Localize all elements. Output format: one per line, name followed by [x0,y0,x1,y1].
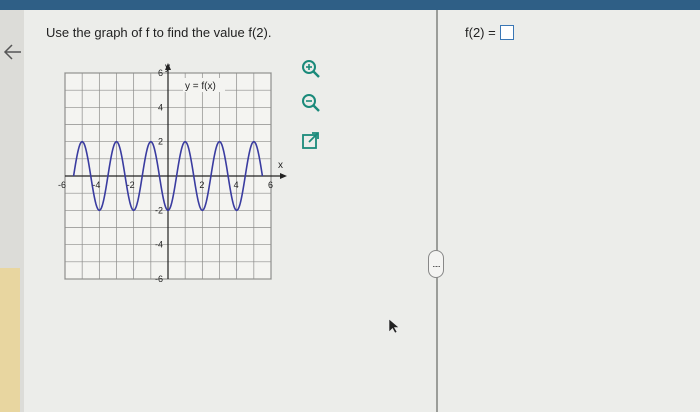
y-tick-label: 6 [158,68,163,78]
y-tick-label: 2 [158,137,163,147]
zoom-out-icon[interactable] [300,92,322,114]
answer-panel [438,10,700,412]
external-link-icon[interactable] [300,130,322,152]
x-tick-label: 6 [268,180,273,190]
function-graph: -6 -4 -2 2 4 6 6 4 2 -2 -4 -6 y = f(x) y x [58,62,287,284]
x-axis-arrow [280,173,287,179]
x-tick-label: -4 [92,180,100,190]
x-tick-label: 2 [199,180,204,190]
x-tick-label: 4 [234,180,239,190]
y-tick-label: -6 [155,274,163,284]
x-tick-label: -6 [58,180,66,190]
mouse-cursor-icon [388,318,400,334]
function-label: y = f(x) [185,81,216,92]
y-tick-label: -2 [155,205,163,215]
panel-splitter[interactable]: ..... [428,250,444,278]
y-tick-label: 4 [158,102,163,112]
answer-input[interactable] [499,25,514,40]
x-axis-label: x [278,160,283,171]
top-bar [0,0,700,10]
question-text: Use the graph of f to find the value f(2… [46,25,272,40]
answer-label: f(2) = [465,25,496,40]
left-tab [0,268,20,412]
y-axis-label: y [165,62,170,73]
answer-row: f(2) = [465,25,514,40]
y-tick-label: -4 [155,240,163,250]
back-arrow-icon[interactable] [3,42,23,62]
x-tick-label: -2 [127,180,135,190]
zoom-in-icon[interactable] [300,58,322,80]
